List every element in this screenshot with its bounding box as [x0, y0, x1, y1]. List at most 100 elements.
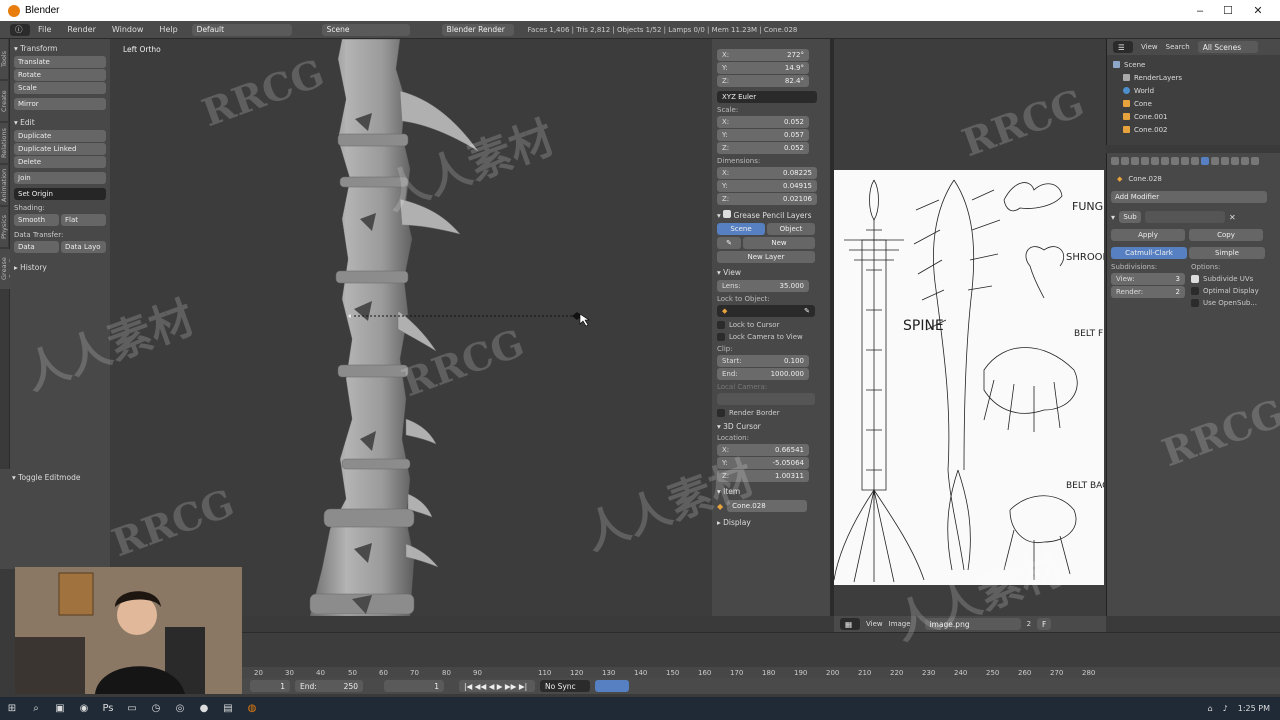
current-frame-field[interactable]: 1 — [384, 680, 444, 692]
gp-new-button[interactable]: New — [743, 237, 815, 249]
blender-taskbar-icon[interactable]: ◍ — [240, 697, 264, 720]
outliner-row-cone-002[interactable]: Cone.002 — [1113, 123, 1274, 136]
clock-app-icon[interactable]: ◷ — [144, 697, 168, 720]
image-menu[interactable]: Image — [889, 620, 911, 628]
scene-selector[interactable]: Scene — [321, 23, 410, 36]
modifier-toggles[interactable] — [1145, 211, 1226, 223]
layout-selector[interactable]: Default — [191, 23, 292, 36]
view-panel-header[interactable]: ▾ View — [717, 268, 825, 277]
start-icon[interactable]: ⊞ — [0, 697, 24, 720]
properties-tabs[interactable] — [1111, 157, 1276, 169]
clip-start-field[interactable]: Start: 0.100 — [717, 355, 809, 367]
dimension-x-field[interactable]: X: 0.08225 — [717, 167, 817, 179]
scale-x-field[interactable]: X: 0.052 — [717, 116, 809, 128]
image-view-menu[interactable]: View — [866, 620, 883, 628]
spine-model[interactable] — [110, 39, 712, 616]
copy-button[interactable]: Copy — [1189, 229, 1263, 241]
new-layer-button[interactable]: New Layer — [717, 251, 815, 263]
chrome-icon[interactable]: ● — [192, 697, 216, 720]
tab-animation[interactable]: Animation — [0, 165, 8, 205]
close-button[interactable]: ✕ — [1242, 0, 1274, 21]
browser-icon[interactable]: ◉ — [72, 697, 96, 720]
menu-file[interactable]: File — [30, 25, 59, 34]
rotation-x-field[interactable]: X: 272° — [717, 49, 809, 61]
cursor-z-field[interactable]: Z: 1.00311 — [717, 470, 809, 482]
item-panel-header[interactable]: ▾ Item — [717, 487, 825, 496]
outliner-type-icon[interactable]: ☰ — [1113, 41, 1133, 53]
add-modifier-select[interactable]: Add Modifier — [1111, 191, 1267, 203]
playback-controls[interactable]: |◀ ◀◀ ◀ ▶ ▶▶ ▶| — [459, 680, 535, 692]
cursor-x-field[interactable]: X: 0.66541 — [717, 444, 809, 456]
join-button[interactable]: Join — [14, 172, 106, 184]
editor-type-icon[interactable]: ⓘ — [10, 23, 30, 36]
timeline[interactable]: 20 30 40 50 60 70 80 90 110 120 130 140 … — [242, 632, 1280, 679]
rotate-button[interactable]: Rotate — [14, 69, 106, 81]
lock-object-field[interactable]: ◆ ✎ — [717, 305, 815, 317]
tab-relations[interactable]: Relations — [0, 123, 8, 163]
data-layout-button[interactable]: Data Layo — [61, 241, 106, 253]
smooth-button[interactable]: Smooth — [14, 214, 59, 226]
subdiv-view-field[interactable]: View: 3 — [1111, 273, 1185, 285]
tab-create[interactable]: Create — [0, 81, 8, 121]
outliner-row-renderlayers[interactable]: RenderLayers — [1113, 71, 1274, 84]
set-origin-select[interactable]: Set Origin — [14, 188, 106, 200]
lock-camera-checkbox[interactable]: Lock Camera to View — [717, 333, 825, 341]
scale-y-field[interactable]: Y: 0.057 — [717, 129, 809, 141]
operator-panel[interactable]: ▾ Toggle Editmode — [0, 469, 110, 569]
subdiv-render-field[interactable]: Render: 2 — [1111, 286, 1185, 298]
fake-user-button[interactable]: F — [1037, 618, 1052, 630]
end-frame-field[interactable]: End: 250 — [295, 680, 363, 692]
gp-object-toggle[interactable]: Object — [767, 223, 815, 235]
network-icon[interactable]: ⌂ — [1208, 704, 1213, 713]
data-button[interactable]: Data — [14, 241, 59, 253]
modifier-name-field[interactable]: Sub — [1119, 211, 1142, 223]
edit-panel-header[interactable]: ▾ Edit — [14, 118, 106, 127]
clip-end-field[interactable]: End: 1000.000 — [717, 368, 809, 380]
outliner-row-cone-001[interactable]: Cone.001 — [1113, 110, 1274, 123]
dimension-z-field[interactable]: Z: 0.02106 — [717, 193, 817, 205]
history-panel-header[interactable]: ▸ History — [14, 263, 106, 272]
tab-physics[interactable]: Physics — [0, 207, 8, 247]
image-editor[interactable]: SPINE FUNG SHROOM BELT FRONT BELT BACK — [834, 39, 1106, 616]
optimal-display-checkbox[interactable]: Optimal Display — [1191, 287, 1259, 295]
clock[interactable]: 1:25 PM — [1238, 704, 1270, 713]
steam-icon[interactable]: ◎ — [168, 697, 192, 720]
3d-cursor-header[interactable]: ▾ 3D Cursor — [717, 422, 825, 431]
image-name-field[interactable]: image.png — [924, 618, 1021, 630]
rotation-mode-select[interactable]: XYZ Euler — [717, 91, 817, 103]
apply-button[interactable]: Apply — [1111, 229, 1185, 241]
outliner-search-menu[interactable]: Search — [1166, 43, 1190, 51]
outliner-view-menu[interactable]: View — [1141, 43, 1158, 51]
translate-button[interactable]: Translate — [14, 56, 106, 68]
transform-panel-header[interactable]: ▾ Transform — [14, 44, 106, 53]
image-editor-type-icon[interactable]: ▦ — [840, 618, 860, 630]
outliner-row-scene[interactable]: Scene — [1113, 58, 1274, 71]
render-engine-select[interactable]: Blender Render — [441, 23, 514, 36]
scale-z-field[interactable]: Z: 0.052 — [717, 142, 809, 154]
keying-toggle[interactable] — [595, 680, 629, 692]
maximize-button[interactable]: ☐ — [1212, 0, 1244, 21]
cursor-y-field[interactable]: Y: -5.05064 — [717, 457, 809, 469]
volume-icon[interactable]: ♪ — [1223, 704, 1228, 713]
scale-button[interactable]: Scale — [14, 82, 106, 94]
search-icon[interactable]: ⌕ — [24, 697, 48, 720]
use-opensubdiv-checkbox[interactable]: Use OpenSub... — [1191, 299, 1259, 307]
menu-window[interactable]: Window — [104, 25, 152, 34]
lock-cursor-checkbox[interactable]: Lock to Cursor — [717, 321, 825, 329]
subdivide-uvs-checkbox[interactable]: Subdivide UVs — [1191, 275, 1259, 283]
mirror-button[interactable]: Mirror — [14, 98, 106, 110]
render-border-checkbox[interactable]: Render Border — [717, 409, 825, 417]
outliner-row-world[interactable]: World — [1113, 84, 1274, 97]
menu-render[interactable]: Render — [59, 25, 103, 34]
expand-icon[interactable]: ▾ — [1111, 213, 1115, 222]
app-icon[interactable]: ▤ — [216, 697, 240, 720]
3d-viewport[interactable]: Left Ortho — [110, 39, 712, 616]
dimension-y-field[interactable]: Y: 0.04915 — [717, 180, 817, 192]
grease-pencil-header[interactable]: ▾ Grease Pencil Layers — [717, 210, 825, 220]
simple-toggle[interactable]: Simple — [1189, 247, 1265, 259]
photoshop-icon[interactable]: Ps — [96, 697, 120, 720]
object-name-field[interactable]: Cone.028 — [727, 500, 808, 512]
modifier-close-icon[interactable]: ✕ — [1229, 213, 1236, 222]
delete-button[interactable]: Delete — [14, 156, 106, 168]
lens-field[interactable]: Lens: 35.000 — [717, 280, 809, 292]
